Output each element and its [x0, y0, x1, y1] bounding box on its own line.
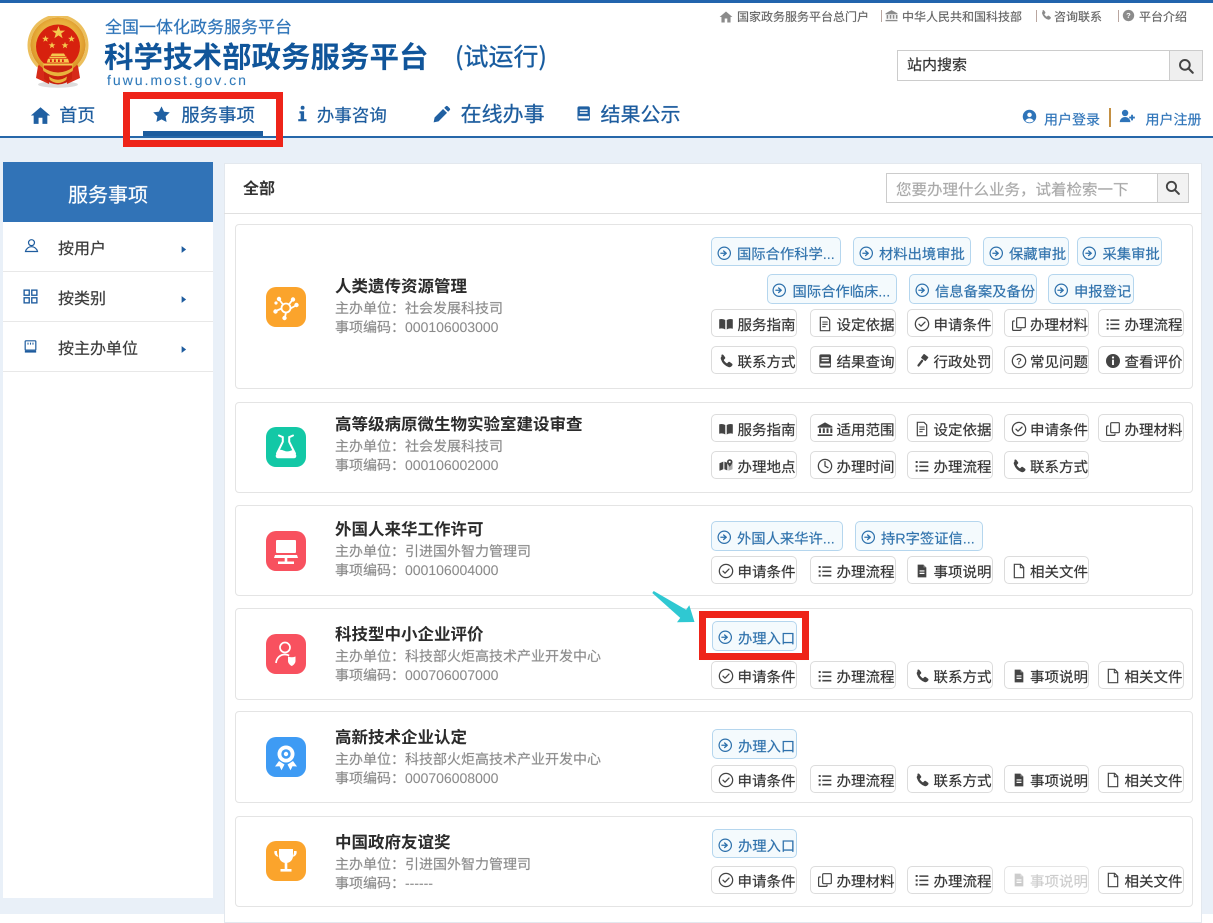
svg-text:?: ? [1126, 11, 1131, 20]
svg-text:?: ? [1016, 356, 1022, 366]
